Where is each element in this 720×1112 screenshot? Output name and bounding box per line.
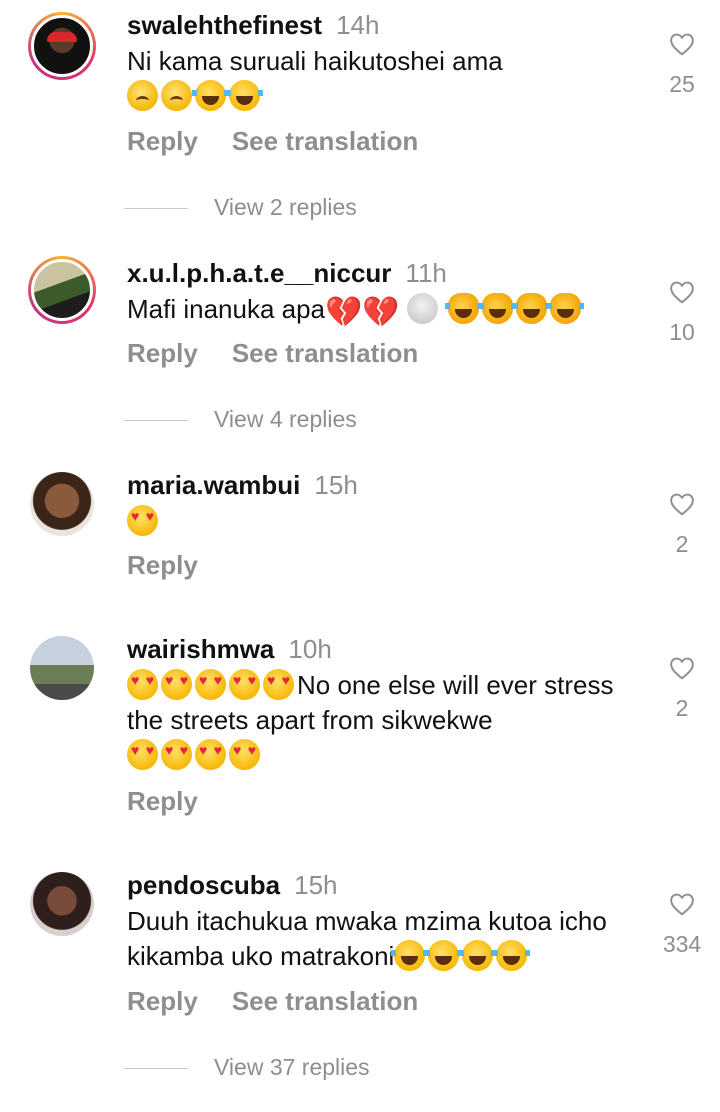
heart-eyes-emoji-icon xyxy=(229,739,260,770)
like-count: 2 xyxy=(675,695,689,721)
view-replies-label: View 2 replies xyxy=(214,194,357,220)
avatar[interactable] xyxy=(28,256,96,324)
heart-eyes-emoji-icon xyxy=(161,669,192,700)
view-replies-button[interactable]: View 2 replies xyxy=(124,194,357,221)
heart-eyes-emoji-icon xyxy=(127,739,158,770)
avatar[interactable] xyxy=(30,636,94,700)
reply-button[interactable]: Reply xyxy=(127,550,198,580)
like-button[interactable] xyxy=(664,656,700,680)
heart-eyes-emoji-icon xyxy=(127,669,158,700)
laughing-emoji-icon xyxy=(226,80,263,111)
heart-eyes-emoji-icon xyxy=(263,669,294,700)
see-translation-button[interactable]: See translation xyxy=(232,126,418,156)
laughing-cat-emoji-icon xyxy=(445,293,483,324)
username[interactable]: swalehthefinest xyxy=(127,10,322,40)
timestamp: 14h xyxy=(336,10,380,40)
timestamp: 10h xyxy=(288,634,332,664)
view-replies-label: View 4 replies xyxy=(214,406,357,432)
heart-eyes-emoji-icon xyxy=(127,505,158,536)
comment-body: Mafi inanuka apa xyxy=(127,294,326,324)
divider xyxy=(124,208,188,210)
view-replies-button[interactable]: View 4 replies xyxy=(124,406,357,433)
broken-heart-icon: 💔 xyxy=(362,296,400,329)
like-button[interactable] xyxy=(664,892,700,916)
heart-eyes-emoji-icon xyxy=(195,669,226,700)
like-button[interactable] xyxy=(664,32,700,56)
like-count: 25 xyxy=(669,71,695,97)
avatar[interactable] xyxy=(28,12,96,80)
laughing-emoji-icon xyxy=(192,80,229,111)
laughing-cat-emoji-icon xyxy=(513,293,551,324)
broken-heart-icon: 💔 xyxy=(325,296,363,329)
like-count: 334 xyxy=(662,931,702,957)
reply-button[interactable]: Reply xyxy=(127,126,198,156)
laughing-emoji-icon xyxy=(459,940,497,971)
reply-button[interactable]: Reply xyxy=(127,338,198,368)
laughing-emoji-icon xyxy=(391,940,429,971)
heart-outline-icon xyxy=(670,33,694,56)
username[interactable]: wairishmwa xyxy=(127,634,274,664)
comment-text: Mafi inanuka apa💔💔 xyxy=(127,292,667,330)
comment-text: Duuh itachukua mwaka mzima kutoa icho ki… xyxy=(127,904,627,974)
username[interactable]: pendoscuba xyxy=(127,870,280,900)
heart-outline-icon xyxy=(670,657,694,680)
like-button[interactable] xyxy=(664,492,700,516)
username[interactable]: maria.wambui xyxy=(127,470,300,500)
divider xyxy=(124,1068,188,1070)
laughing-cat-emoji-icon xyxy=(479,293,517,324)
like-button[interactable] xyxy=(664,280,700,304)
timestamp: 15h xyxy=(314,470,358,500)
heart-outline-icon xyxy=(670,493,694,516)
comment-text: No one else will ever stress the streets… xyxy=(127,668,627,773)
heart-outline-icon xyxy=(670,893,694,916)
reply-button[interactable]: Reply xyxy=(127,986,198,1016)
heart-eyes-emoji-icon xyxy=(161,739,192,770)
like-count: 2 xyxy=(675,531,689,557)
laughing-cat-emoji-icon xyxy=(547,293,585,324)
comment-text: Ni kama suruali haikutoshei ama xyxy=(127,44,647,114)
heart-outline-icon xyxy=(670,281,694,304)
laughing-emoji-icon xyxy=(493,940,531,971)
comment-body: Ni kama suruali haikutoshei ama xyxy=(127,46,503,76)
sad-emoji-icon xyxy=(161,80,192,111)
skull-emoji-icon xyxy=(406,293,438,324)
see-translation-button[interactable]: See translation xyxy=(232,338,418,368)
divider xyxy=(124,420,188,422)
timestamp: 15h xyxy=(294,870,338,900)
timestamp: 11h xyxy=(405,258,447,288)
avatar[interactable] xyxy=(30,472,94,536)
reply-button[interactable]: Reply xyxy=(127,786,198,816)
comment-text xyxy=(127,504,647,539)
sad-emoji-icon xyxy=(127,80,158,111)
laughing-emoji-icon xyxy=(425,940,463,971)
view-replies-button[interactable]: View 37 replies xyxy=(124,1054,370,1081)
heart-eyes-emoji-icon xyxy=(229,669,260,700)
avatar[interactable] xyxy=(30,872,94,936)
see-translation-button[interactable]: See translation xyxy=(232,986,418,1016)
like-count: 10 xyxy=(669,319,695,345)
view-replies-label: View 37 replies xyxy=(214,1054,370,1080)
comment-body: Duuh itachukua mwaka mzima kutoa icho ki… xyxy=(127,906,607,971)
heart-eyes-emoji-icon xyxy=(195,739,226,770)
username[interactable]: x.u.l.p.h.a.t.e__niccur xyxy=(127,258,391,288)
